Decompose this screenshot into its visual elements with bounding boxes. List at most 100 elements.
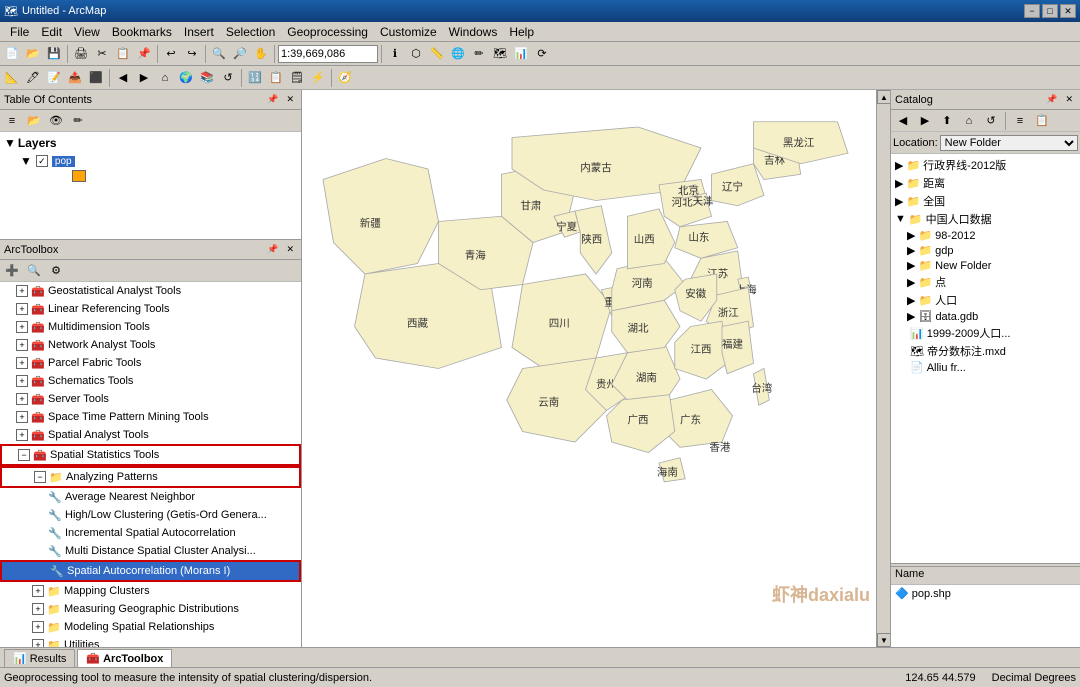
cat-item-renkou[interactable]: ▶ 📁 人口: [891, 291, 1080, 309]
tree-item-highlow[interactable]: 🔧 High/Low Clustering (Getis-Ord Genera.…: [0, 506, 301, 524]
atb-add-btn[interactable]: ➕: [2, 261, 22, 281]
tree-item-multidist[interactable]: 🔧 Multi Distance Spatial Cluster Analysi…: [0, 542, 301, 560]
tb2-btn7[interactable]: 📋: [266, 68, 286, 88]
catalog-tree[interactable]: ▶ 📁 行政界线-2012版 ▶ 📁 距离 ▶ 📁 全国 ▼ 📁 中国人口数据 …: [891, 154, 1080, 563]
cat-back-btn[interactable]: ◀: [893, 111, 913, 131]
tree-item-server[interactable]: + 🧰 Server Tools: [0, 390, 301, 408]
menu-view[interactable]: View: [68, 24, 106, 40]
tree-item-spacetime[interactable]: + 🧰 Space Time Pattern Mining Tools: [0, 408, 301, 426]
tree-item-averagenn[interactable]: 🔧 Average Nearest Neighbor: [0, 488, 301, 506]
cat-item-zhongguork[interactable]: ▼ 📁 中国人口数据: [891, 210, 1080, 228]
tree-item-parcel[interactable]: + 🧰 Parcel Fabric Tools: [0, 354, 301, 372]
tb2-btn8[interactable]: 🗒: [287, 68, 307, 88]
tree-item-mappingclusters[interactable]: + 📁 Mapping Clusters: [0, 582, 301, 600]
menu-geoprocessing[interactable]: Geoprocessing: [281, 24, 374, 40]
tree-item-measgeo[interactable]: + 📁 Measuring Geographic Distributions: [0, 600, 301, 618]
toc-close-btn[interactable]: ✕: [283, 93, 297, 106]
print-button[interactable]: 🖨: [71, 44, 91, 64]
cat-item-datagdb[interactable]: ▶ 🗄 data.gdb: [891, 309, 1080, 324]
cat-item-dian[interactable]: ▶ 📁 点: [891, 273, 1080, 291]
toc-layer-pop[interactable]: ▼ ✓ pop: [0, 152, 301, 170]
atb-close-btn[interactable]: ✕: [283, 243, 297, 256]
close-button[interactable]: ✕: [1060, 4, 1076, 18]
atb-content[interactable]: + 🧰 Geostatistical Analyst Tools + 🧰 Lin…: [0, 282, 301, 647]
expand-server[interactable]: +: [16, 393, 28, 405]
toc-list-btn[interactable]: ≡: [2, 111, 22, 131]
menu-file[interactable]: File: [4, 24, 35, 40]
catalog-dock-btn[interactable]: 📌: [1043, 93, 1060, 106]
cat-item-quanguo[interactable]: ▶ 📁 全国: [891, 192, 1080, 210]
catalog-bottom-item-pop[interactable]: 🔷 pop.shp: [891, 585, 1080, 602]
expand-modeling[interactable]: +: [32, 621, 44, 633]
tb2-globe-btn[interactable]: 🌍: [176, 68, 196, 88]
atb-search-btn[interactable]: 🔍: [24, 261, 44, 281]
save-button[interactable]: 💾: [44, 44, 64, 64]
tree-item-incremental[interactable]: 🔧 Incremental Spatial Autocorrelation: [0, 524, 301, 542]
menu-bookmarks[interactable]: Bookmarks: [106, 24, 178, 40]
tree-item-network[interactable]: + 🧰 Network Analyst Tools: [0, 336, 301, 354]
new-button[interactable]: 📄: [2, 44, 22, 64]
tb2-btn9[interactable]: ⚡: [308, 68, 328, 88]
open-button[interactable]: 📂: [23, 44, 43, 64]
pan-button[interactable]: ✋: [251, 44, 271, 64]
tree-item-spatialstats[interactable]: − 🧰 Spatial Statistics Tools: [0, 444, 301, 466]
menu-windows[interactable]: Windows: [443, 24, 504, 40]
tb2-nav-btn[interactable]: 🧭: [335, 68, 355, 88]
select-button[interactable]: ⬡: [406, 44, 426, 64]
expand-spatialstats[interactable]: −: [18, 449, 30, 461]
expand-parcel[interactable]: +: [16, 357, 28, 369]
undo-button[interactable]: ↩: [161, 44, 181, 64]
identify-button[interactable]: ℹ: [385, 44, 405, 64]
expand-linear[interactable]: +: [16, 303, 28, 315]
refresh-btn[interactable]: ⟳: [532, 44, 552, 64]
tb2-forward-btn[interactable]: ▶: [134, 68, 154, 88]
zoom-out-button[interactable]: 🔎: [230, 44, 250, 64]
tb2-btn1[interactable]: 📐: [2, 68, 22, 88]
tb2-refresh2[interactable]: ↺: [218, 68, 238, 88]
tb2-btn4[interactable]: 📤: [65, 68, 85, 88]
tree-item-spatialautocorr[interactable]: 🔧 Spatial Autocorrelation (Morans I): [0, 560, 301, 582]
cat-item-juli[interactable]: ▶ 📁 距离: [891, 174, 1080, 192]
cat-refresh-btn[interactable]: ↺: [981, 111, 1001, 131]
tb2-cat-btn[interactable]: 📚: [197, 68, 217, 88]
scroll-up-btn[interactable]: ▲: [877, 90, 890, 104]
expand-spatialanalyst[interactable]: +: [16, 429, 28, 441]
cat-item-98-2012[interactable]: ▶ 📁 98-2012: [891, 228, 1080, 243]
cat-item-mxd[interactable]: 🗺 帝分数标注.mxd: [891, 342, 1080, 360]
scroll-down-btn[interactable]: ▼: [877, 633, 890, 647]
map-btn2[interactable]: 🗺: [490, 44, 510, 64]
cat-up-btn[interactable]: ⬆: [937, 111, 957, 131]
expand-mappingclusters[interactable]: +: [32, 585, 44, 597]
expand-utilities[interactable]: +: [32, 639, 44, 647]
cat-forward-btn[interactable]: ▶: [915, 111, 935, 131]
cat-list-btn[interactable]: ≡: [1010, 111, 1030, 131]
scale-input[interactable]: [278, 45, 378, 63]
expand-geostatistical[interactable]: +: [16, 285, 28, 297]
maximize-button[interactable]: □: [1042, 4, 1058, 18]
menu-selection[interactable]: Selection: [220, 24, 281, 40]
menu-customize[interactable]: Customize: [374, 24, 443, 40]
layout-btn[interactable]: 📊: [511, 44, 531, 64]
location-dropdown[interactable]: New Folder: [940, 135, 1078, 151]
tab-results[interactable]: 📊 Results: [4, 649, 75, 667]
toc-visibility-btn[interactable]: 👁: [46, 111, 66, 131]
expand-analyzingpatterns[interactable]: −: [34, 471, 46, 483]
tb2-btn5[interactable]: ⬛: [86, 68, 106, 88]
tree-item-utilities[interactable]: + 📁 Utilities: [0, 636, 301, 647]
toc-dock-btn[interactable]: 📌: [264, 93, 281, 106]
cat-item-xingzheng[interactable]: ▶ 📁 行政界线-2012版: [891, 156, 1080, 174]
atb-options-btn[interactable]: ⚙: [46, 261, 66, 281]
cat-item-gdp[interactable]: ▶ 📁 gdp: [891, 243, 1080, 258]
toc-source-btn[interactable]: 📂: [24, 111, 44, 131]
tree-item-spatialanalyst[interactable]: + 🧰 Spatial Analyst Tools: [0, 426, 301, 444]
map-area[interactable]: .region { fill: #f5f0c8; stroke: #aaa; s…: [302, 90, 890, 647]
tree-item-schematics[interactable]: + 🧰 Schematics Tools: [0, 372, 301, 390]
cat-item-1999[interactable]: 📊 1999-2009人口...: [891, 324, 1080, 342]
tb2-back-btn[interactable]: ◀: [113, 68, 133, 88]
expand-network[interactable]: +: [16, 339, 28, 351]
expand-spacetime[interactable]: +: [16, 411, 28, 423]
tb2-home-btn[interactable]: ⌂: [155, 68, 175, 88]
redo-button[interactable]: ↪: [182, 44, 202, 64]
layer-checkbox[interactable]: ✓: [36, 155, 48, 167]
tree-item-geostatistical[interactable]: + 🧰 Geostatistical Analyst Tools: [0, 282, 301, 300]
